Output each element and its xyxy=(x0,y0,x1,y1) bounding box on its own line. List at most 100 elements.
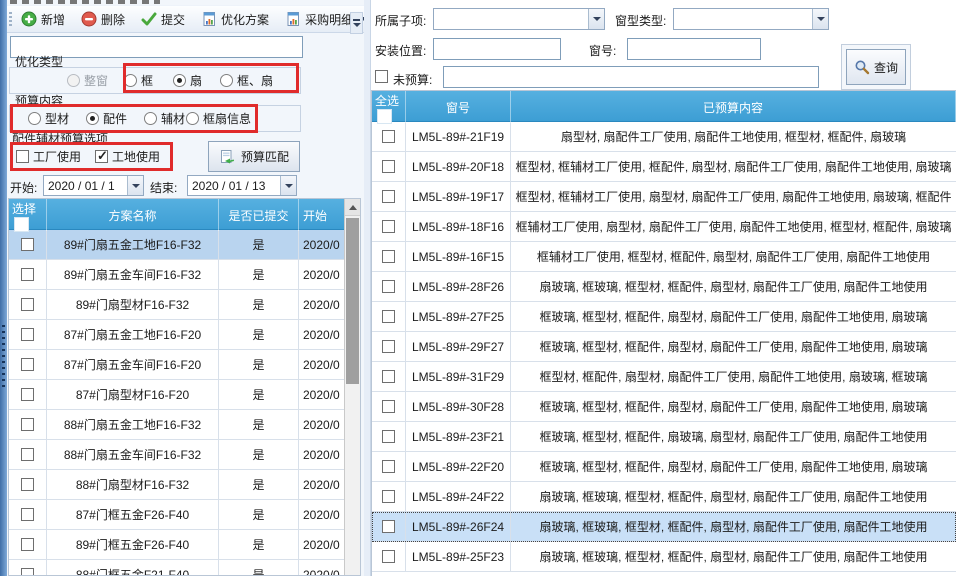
row-select-cell[interactable] xyxy=(372,452,406,481)
table-row[interactable]: 88#门框五金F21-F40 是 2020/0 xyxy=(9,560,360,576)
row-select-cell[interactable] xyxy=(372,482,406,511)
row-checkbox[interactable] xyxy=(382,370,395,383)
radio-icon[interactable] xyxy=(173,74,186,87)
radio-accessory[interactable]: 配件 xyxy=(86,110,127,127)
row-select-cell[interactable] xyxy=(372,212,406,241)
radio-icon[interactable] xyxy=(186,112,199,125)
unbudgeted-checkbox[interactable] xyxy=(375,70,388,83)
radio-auxiliary[interactable]: 辅材 xyxy=(144,110,185,127)
row-checkbox[interactable] xyxy=(382,340,395,353)
sub-item-dropdown[interactable] xyxy=(433,8,605,30)
table-row[interactable]: LM5L-89#-23F21 框玻璃, 框型材, 框配件, 扇玻璃, 扇型材, … xyxy=(372,422,956,452)
radio-frame-sash-info[interactable]: 框扇信息 xyxy=(186,110,251,127)
install-position-input[interactable] xyxy=(433,38,561,60)
row-select-cell[interactable] xyxy=(9,470,47,499)
submitted-column-header[interactable]: 是否已提交 xyxy=(219,199,299,231)
submit-button[interactable]: 提交 xyxy=(137,9,189,30)
table-row[interactable]: LM5L-89#-20F18 框型材, 框辅材工厂使用, 框配件, 扇型材, 扇… xyxy=(372,152,956,182)
end-date-picker[interactable]: 2020 / 01 / 13 xyxy=(187,175,297,196)
toolbar-grip[interactable] xyxy=(9,12,12,28)
row-select-cell[interactable] xyxy=(372,512,406,541)
row-checkbox[interactable] xyxy=(382,400,395,413)
checkbox-factory-use[interactable]: 工厂使用 xyxy=(16,148,81,165)
row-checkbox[interactable] xyxy=(382,190,395,203)
row-checkbox[interactable] xyxy=(382,460,395,473)
vertical-scrollbar[interactable] xyxy=(344,199,360,575)
scrollbar-thumb[interactable] xyxy=(346,218,359,384)
row-select-cell[interactable] xyxy=(372,542,406,571)
plan-name-column-header[interactable]: 方案名称 xyxy=(47,199,219,231)
window-type-dropdown[interactable] xyxy=(673,8,829,30)
row-checkbox[interactable] xyxy=(21,508,34,521)
row-checkbox[interactable] xyxy=(382,550,395,563)
row-checkbox[interactable] xyxy=(21,538,34,551)
collapsed-side-strip[interactable] xyxy=(0,0,7,576)
row-checkbox[interactable] xyxy=(21,328,34,341)
table-row[interactable]: LM5L-89#-24F22 扇玻璃, 框玻璃, 框型材, 框配件, 扇型材, … xyxy=(372,482,956,512)
toolbar-overflow-button[interactable] xyxy=(350,12,363,34)
radio-icon[interactable] xyxy=(144,112,157,125)
row-checkbox[interactable] xyxy=(382,280,395,293)
row-select-cell[interactable] xyxy=(9,290,47,319)
optimize-plan-button[interactable]: 优化方案 xyxy=(197,9,273,30)
table-row[interactable]: 89#门扇型材F16-F32 是 2020/0 xyxy=(9,290,360,320)
checkbox-icon[interactable] xyxy=(95,150,108,163)
table-row[interactable]: LM5L-89#-25F23 扇玻璃, 框玻璃, 框型材, 框配件, 扇型材, … xyxy=(372,542,956,572)
row-select-cell[interactable] xyxy=(9,380,47,409)
radio-icon[interactable] xyxy=(86,112,99,125)
row-select-cell[interactable] xyxy=(372,272,406,301)
radio-sash[interactable]: 扇 xyxy=(173,72,202,89)
table-row[interactable]: 88#门扇五金车间F16-F32 是 2020/0 xyxy=(9,440,360,470)
checkbox-icon[interactable] xyxy=(16,150,29,163)
select-all-checkbox[interactable] xyxy=(15,218,28,231)
row-select-cell[interactable] xyxy=(372,182,406,211)
row-checkbox[interactable] xyxy=(382,430,395,443)
panel-divider[interactable] xyxy=(364,0,371,576)
delete-button[interactable]: 删除 xyxy=(77,9,129,30)
row-checkbox[interactable] xyxy=(21,478,34,491)
row-select-cell[interactable] xyxy=(9,410,47,439)
radio-icon[interactable] xyxy=(124,74,137,87)
table-row[interactable]: LM5L-89#-19F17 框型材, 框辅材工厂使用, 扇型材, 扇配件工厂使… xyxy=(372,182,956,212)
row-select-cell[interactable] xyxy=(9,500,47,529)
row-select-cell[interactable] xyxy=(372,392,406,421)
new-button[interactable]: 新增 xyxy=(17,9,69,30)
row-checkbox[interactable] xyxy=(382,310,395,323)
table-row[interactable]: LM5L-89#-28F26 扇玻璃, 框玻璃, 框型材, 框配件, 扇型材, … xyxy=(372,272,956,302)
table-row[interactable]: LM5L-89#-16F15 框辅材工厂使用, 框型材, 框配件, 扇型材, 扇… xyxy=(372,242,956,272)
table-row[interactable]: 87#门扇型材F16-F20 是 2020/0 xyxy=(9,380,360,410)
row-checkbox[interactable] xyxy=(21,268,34,281)
table-row[interactable]: LM5L-89#-18F16 框辅材工厂使用, 扇型材, 扇配件工厂使用, 扇配… xyxy=(372,212,956,242)
radio-frame[interactable]: 框 xyxy=(124,72,153,89)
budget-match-button[interactable]: 预算匹配 xyxy=(208,141,300,172)
chevron-down-icon[interactable] xyxy=(280,176,296,195)
row-checkbox[interactable] xyxy=(382,220,395,233)
radio-icon[interactable] xyxy=(28,112,41,125)
radio-frame-sash[interactable]: 框、扇 xyxy=(220,72,273,89)
table-row[interactable]: LM5L-89#-27F25 框玻璃, 框型材, 框配件, 扇型材, 扇配件工厂… xyxy=(372,302,956,332)
table-row[interactable]: 87#门扇五金工地F16-F20 是 2020/0 xyxy=(9,320,360,350)
chevron-down-icon[interactable] xyxy=(588,9,604,29)
row-select-cell[interactable] xyxy=(9,260,47,289)
row-select-cell[interactable] xyxy=(9,350,47,379)
table-row[interactable]: 87#门框五金F26-F40 是 2020/0 xyxy=(9,500,360,530)
table-row[interactable]: LM5L-89#-30F28 框玻璃, 框型材, 框配件, 扇型材, 扇配件工厂… xyxy=(372,392,956,422)
select-all-checkbox[interactable] xyxy=(378,110,391,123)
row-checkbox[interactable] xyxy=(382,250,395,263)
query-button[interactable]: 查询 xyxy=(846,49,906,85)
chevron-down-icon[interactable] xyxy=(127,176,143,195)
row-select-cell[interactable] xyxy=(372,362,406,391)
row-select-cell[interactable] xyxy=(372,242,406,271)
row-checkbox[interactable] xyxy=(21,568,34,576)
row-checkbox[interactable] xyxy=(21,298,34,311)
table-row[interactable]: LM5L-89#-21F19 扇型材, 扇配件工厂使用, 扇配件工地使用, 框型… xyxy=(372,122,956,152)
table-row[interactable]: 87#门扇五金车间F16-F20 是 2020/0 xyxy=(9,350,360,380)
row-select-cell[interactable] xyxy=(372,332,406,361)
row-select-cell[interactable] xyxy=(372,302,406,331)
chevron-down-icon[interactable] xyxy=(812,9,828,29)
row-select-cell[interactable] xyxy=(9,230,47,259)
table-row[interactable]: 88#门扇型材F16-F32 是 2020/0 xyxy=(9,470,360,500)
table-row[interactable]: 89#门框五金F26-F40 是 2020/0 xyxy=(9,530,360,560)
radio-profile[interactable]: 型材 xyxy=(28,110,69,127)
row-select-cell[interactable] xyxy=(372,122,406,151)
